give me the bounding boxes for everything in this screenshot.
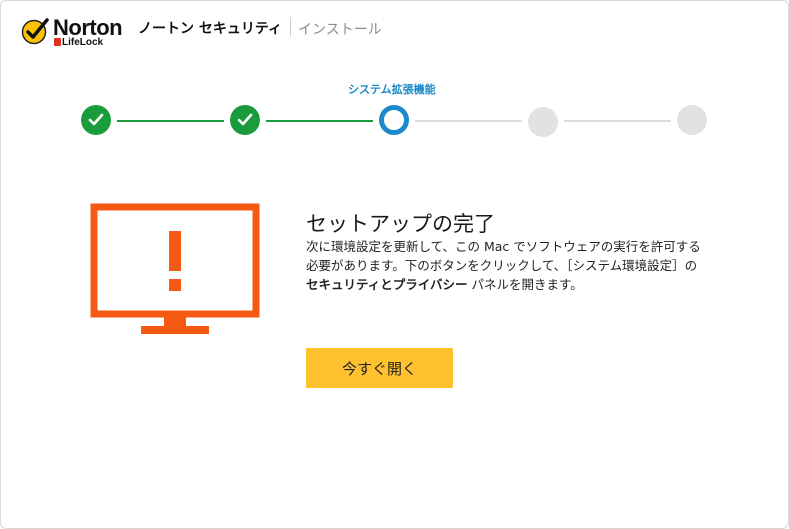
step-3-current	[379, 105, 409, 135]
phase-label: インストール	[298, 22, 382, 38]
monitor-warning-icon	[90, 203, 260, 334]
open-now-button[interactable]: 今すぐ開く	[306, 348, 453, 388]
page-title: セットアップの完了	[306, 212, 495, 236]
norton-checkmark-icon	[21, 18, 49, 45]
step-connector-2	[266, 120, 373, 122]
step-4-pending	[528, 107, 558, 137]
installer-window: Norton LifeLock ノートン セキュリティ インストール システム拡…	[0, 0, 789, 529]
lock-icon	[54, 38, 61, 46]
step-2-complete	[230, 105, 260, 135]
norton-logo: Norton LifeLock	[20, 15, 130, 50]
step-connector-4	[564, 120, 671, 122]
check-icon	[88, 113, 104, 126]
step-1-complete	[81, 105, 111, 135]
check-icon	[237, 113, 253, 126]
step-5-pending	[677, 105, 707, 135]
active-step-label: システム拡張機能	[348, 83, 436, 96]
logo-lifelock-text: LifeLock	[54, 37, 103, 48]
instruction-text: 次に環境設定を更新して、この Mac でソフトウェアの実行を許可する必要がありま…	[306, 239, 701, 292]
step-connector-1	[117, 120, 224, 122]
security-privacy-emphasis: セキュリティとプライバシー	[306, 277, 468, 292]
step-connector-3	[415, 120, 522, 122]
header-divider	[290, 17, 291, 37]
product-name: ノートン セキュリティ	[138, 21, 283, 37]
